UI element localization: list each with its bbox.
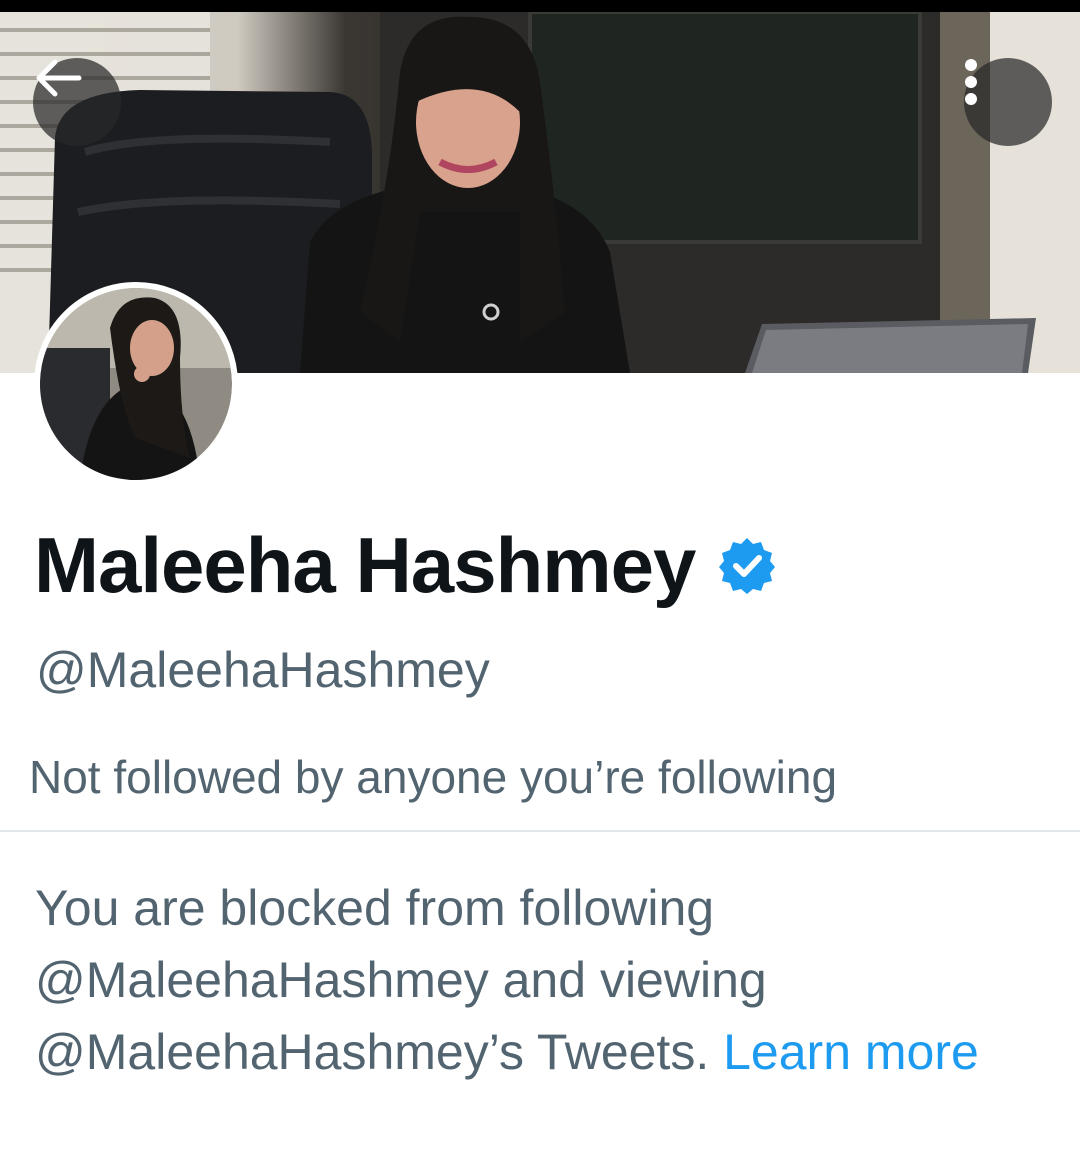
name-row: Maleeha Hashmey — [34, 520, 777, 610]
vertical-dots-icon — [965, 59, 977, 105]
status-strip — [0, 0, 1080, 12]
divider — [0, 830, 1080, 832]
profile-display-name: Maleeha Hashmey — [34, 521, 696, 609]
verified-badge-icon[interactable] — [717, 535, 777, 595]
learn-more-link[interactable]: Learn more — [723, 1024, 979, 1080]
back-button[interactable] — [33, 58, 121, 146]
followers-you-know-note: Not followed by anyone you’re following — [29, 751, 838, 803]
blocked-notice-text: You are blocked from following @MaleehaH… — [35, 880, 767, 1080]
arrow-left-icon — [36, 59, 82, 97]
profile-avatar[interactable] — [34, 282, 238, 486]
more-options-button[interactable] — [964, 58, 1052, 146]
avatar-photo — [40, 288, 232, 480]
profile-handle: @MaleehaHashmey — [36, 642, 490, 698]
blocked-notice: You are blocked from following @MaleehaH… — [35, 872, 1015, 1088]
